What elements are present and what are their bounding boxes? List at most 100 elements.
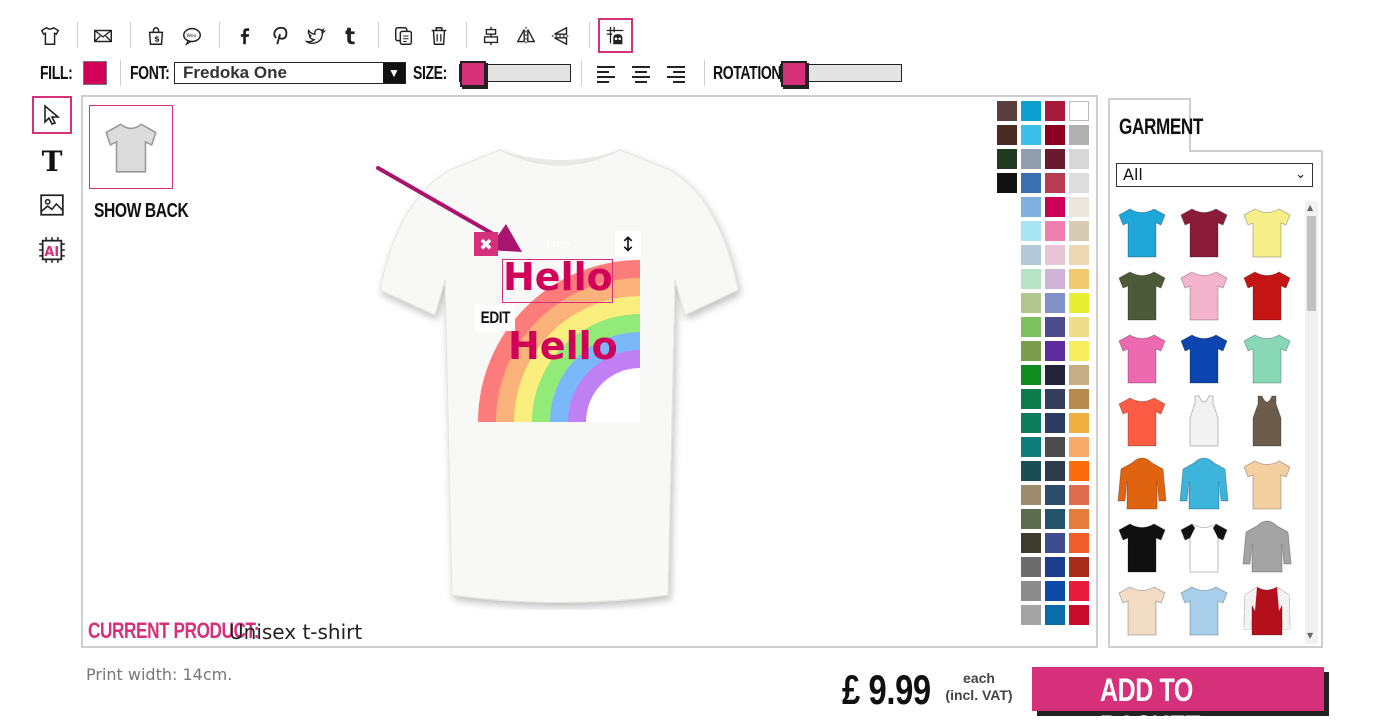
color-swatch[interactable] [1045,485,1065,505]
color-swatch[interactable] [1069,581,1089,601]
flip-vertical-icon[interactable] [545,20,577,52]
color-swatch[interactable] [1069,413,1089,433]
color-swatch[interactable] [1069,389,1089,409]
color-swatch[interactable] [1069,365,1089,385]
garment-item-tshirt[interactable] [1178,203,1230,261]
color-swatch[interactable] [1069,605,1089,625]
size-slider[interactable] [459,61,571,87]
color-swatch[interactable] [1021,149,1041,169]
grid-snap-icon[interactable] [598,18,633,53]
delete-handle-icon[interactable]: ✖ [474,232,498,256]
copy-icon[interactable] [388,20,420,52]
color-swatch[interactable] [1069,125,1089,145]
ai-icon[interactable]: AI [32,231,72,269]
color-swatch[interactable] [1045,173,1065,193]
color-swatch[interactable] [1021,557,1041,577]
tab-garment[interactable]: GARMENT [1108,98,1203,152]
color-swatch[interactable] [1045,581,1065,601]
text-icon[interactable]: T [32,142,72,180]
pinterest-icon[interactable] [264,20,296,52]
color-swatch[interactable] [1021,101,1041,121]
color-swatch[interactable] [1021,389,1041,409]
color-swatch[interactable] [1021,173,1041,193]
align-left-icon[interactable] [597,63,619,83]
color-swatch[interactable] [1069,557,1089,577]
color-swatch[interactable] [1069,149,1089,169]
show-back-thumbnail[interactable] [89,105,173,189]
garment-item-tshirt[interactable] [1116,203,1168,261]
garment-filter-select[interactable]: All ⌄ [1116,163,1313,187]
color-swatch[interactable] [997,125,1017,145]
resize-handle-icon[interactable]: ↕ [615,231,641,257]
garment-item-tshirt[interactable] [1178,581,1230,639]
garment-item-hoodie[interactable] [1178,455,1230,513]
shop-icon[interactable]: $ [140,20,172,52]
color-swatch[interactable] [1045,221,1065,241]
color-swatch[interactable] [1069,245,1089,265]
garment-item-tshirt[interactable] [1241,203,1293,261]
color-swatch[interactable] [1021,197,1041,217]
garment-item-raglan[interactable] [1178,518,1230,576]
color-swatch[interactable] [1045,389,1065,409]
color-swatch[interactable] [1069,485,1089,505]
color-swatch[interactable] [1021,533,1041,553]
rotation-slider-handle[interactable] [781,61,807,87]
color-swatch[interactable] [997,101,1017,121]
color-swatch[interactable] [1021,221,1041,241]
color-swatch[interactable] [1045,245,1065,265]
color-swatch[interactable] [1069,533,1089,553]
color-swatch[interactable] [1021,413,1041,433]
color-swatch[interactable] [1021,341,1041,361]
color-swatch[interactable] [1021,437,1041,457]
color-swatch[interactable] [1021,269,1041,289]
color-swatch[interactable] [1045,461,1065,481]
color-swatch[interactable] [1045,317,1065,337]
color-swatch[interactable] [1069,341,1089,361]
tshirt-icon[interactable] [34,20,66,52]
align-center-icon[interactable] [632,63,654,83]
size-slider-handle[interactable] [460,61,486,87]
align-right-icon[interactable] [667,63,689,83]
rotation-slider[interactable] [780,61,902,87]
color-swatch[interactable] [1069,173,1089,193]
color-swatch[interactable] [1045,101,1065,121]
color-swatch[interactable] [1045,365,1065,385]
color-swatch[interactable] [1021,245,1041,265]
font-select[interactable]: Fredoka One ▼ [174,62,406,84]
color-swatch[interactable] [1045,269,1065,289]
color-swatch[interactable] [1021,461,1041,481]
color-swatch[interactable] [1069,101,1089,121]
trash-icon[interactable] [423,20,455,52]
color-swatch[interactable] [1045,437,1065,457]
color-swatch[interactable] [1045,509,1065,529]
garment-item-tshirt[interactable] [1241,455,1293,513]
garment-scrollbar[interactable]: ▲ ▼ [1305,201,1318,644]
color-swatch[interactable] [1069,293,1089,313]
color-swatch[interactable] [997,173,1017,193]
color-swatch[interactable] [1069,461,1089,481]
color-swatch[interactable] [1069,221,1089,241]
mail-icon[interactable] [87,20,119,52]
color-swatch[interactable] [1069,509,1089,529]
color-swatch[interactable] [1069,437,1089,457]
color-swatch[interactable] [1045,533,1065,553]
twitter-icon[interactable] [299,20,331,52]
color-swatch[interactable] [1021,317,1041,337]
tumblr-icon[interactable] [334,20,366,52]
image-icon[interactable] [32,186,72,224]
garment-item-tshirt[interactable] [1116,518,1168,576]
garment-item-vest[interactable] [1241,392,1293,450]
garment-item-tshirt[interactable] [1178,266,1230,324]
color-swatch[interactable] [997,149,1017,169]
garment-item-tshirt[interactable] [1116,329,1168,387]
facebook-icon[interactable] [229,20,261,52]
color-swatch[interactable] [1045,125,1065,145]
scroll-down-icon[interactable]: ▼ [1307,631,1313,640]
design-text-top[interactable]: Hello [503,255,613,299]
color-swatch[interactable] [1045,149,1065,169]
color-swatch[interactable] [1045,341,1065,361]
color-swatch[interactable] [1021,485,1041,505]
color-swatch[interactable] [1021,125,1041,145]
edit-label[interactable]: EDIT [480,308,510,328]
design-text-bottom[interactable]: Hello [508,324,618,368]
